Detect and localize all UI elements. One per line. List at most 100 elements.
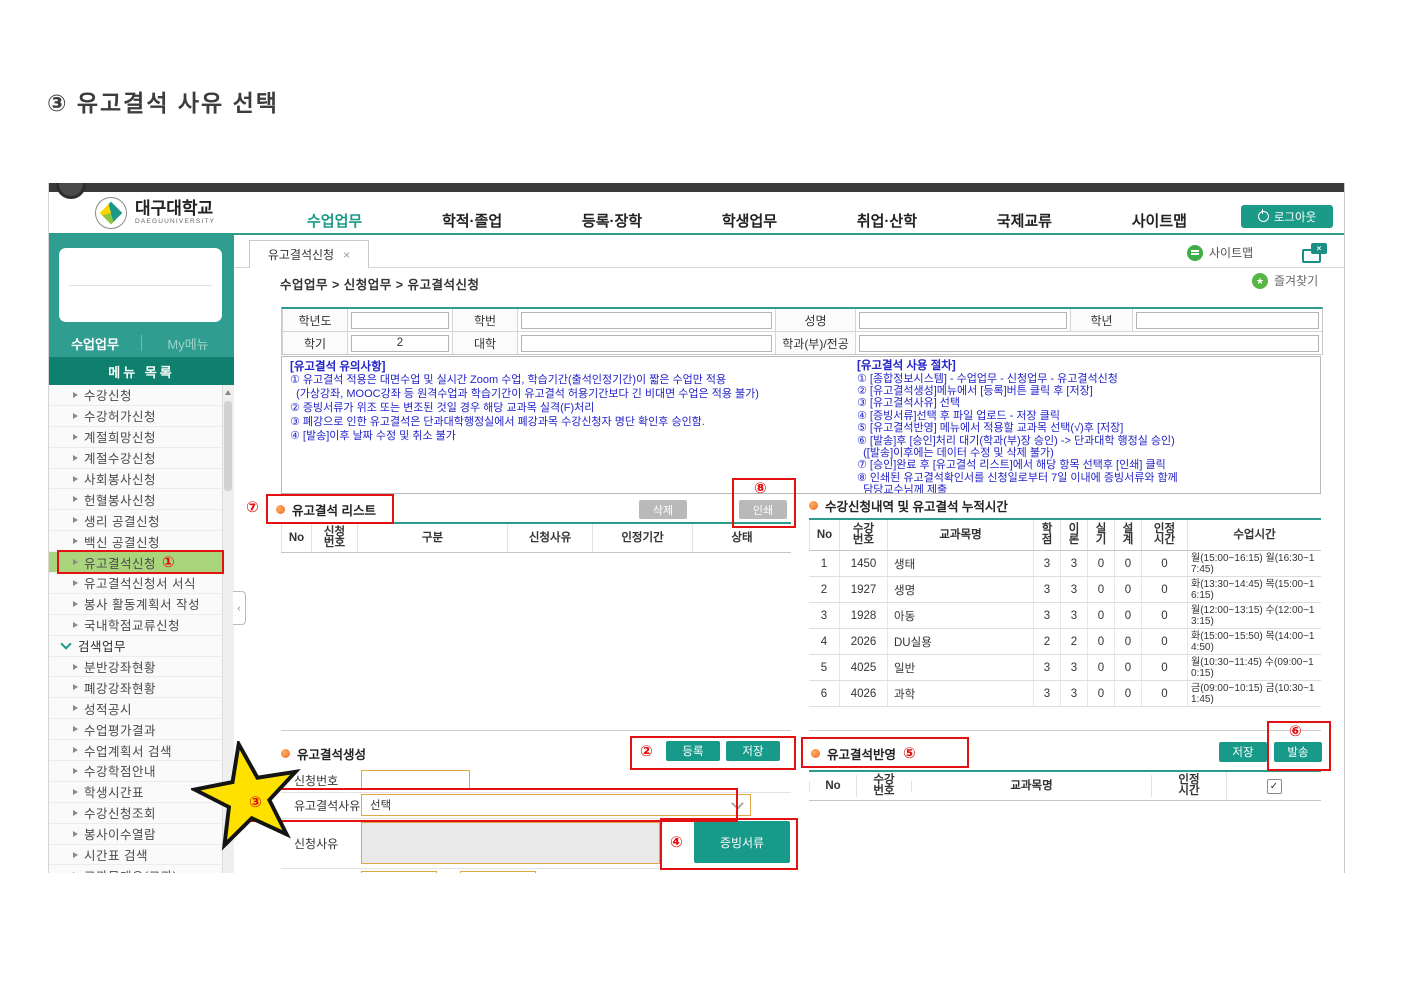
sidebar-menu-item[interactable]: 수업계획서 검색 [49,740,222,762]
select-chevron-icon [731,797,744,810]
form-label: 학번 [452,309,517,331]
sidebar-menu-item[interactable]: 봉사이수열람 [49,823,222,845]
sidebar-menu-item[interactable]: 헌혈봉사신청 [49,489,222,511]
table-row: 4 2026 DU실용 2 2 0 0 0 화(15:00~15:50) 목(1… [809,629,1321,655]
triangle-right-icon [73,809,78,816]
sidebar-menu-item[interactable]: 사회봉사신청 [49,468,222,490]
scroll-up-arrow-icon[interactable] [225,390,231,395]
sidebar-scrollbar[interactable] [222,385,234,873]
university-emblem-icon [95,197,127,229]
absence-reason-select[interactable]: 선택 [361,794,751,816]
sidebar-menu-item[interactable]: 수강신청 [49,385,222,406]
sidebar-menu-item[interactable]: 수업평가결과 [49,719,222,741]
sidebar-menu-item[interactable]: 분반강좌현황 [49,656,222,678]
sidebar-menu-item[interactable]: 계절희망신청 [49,426,222,448]
notice-line: ⑤ [유고결석반영] 메뉴에서 적용할 교과목 선택(√)후 [저장] [857,422,1124,435]
sidebar-menu-item[interactable]: 검색업무 [49,635,222,657]
form-input[interactable] [859,334,1319,352]
form-input[interactable] [1136,311,1319,329]
notice-line: (가상강좌, MOOC강좌 등 원격수업과 학습기간이 유고결석 허용기간보다 … [290,387,759,400]
notice-line: 담당교수님께 제출 [857,484,948,494]
student-form-row1: 학년도 학번 성명 학년 [282,309,1322,332]
top-nav-item[interactable]: 취업·산학 [857,210,917,231]
absence-list-table: No 신청 번호 구분 신청사유 인정기간 상태 [281,522,791,553]
page-title: ③ 유고결석 사유 선택 [47,90,279,116]
top-nav-item[interactable]: 수업업무 [307,210,362,231]
form-input[interactable] [351,311,449,329]
apply-reason-textarea[interactable] [361,822,660,864]
sidebar-menu-item[interactable]: 유고결석신청서 서식 [49,573,222,594]
logout-button[interactable]: 로그아웃 [1241,205,1333,228]
power-icon [1257,209,1269,222]
divider [281,730,791,731]
form-input[interactable] [859,311,1067,329]
top-nav-item[interactable]: 사이트맵 [1132,210,1187,231]
triangle-right-icon [73,663,78,670]
sidebar-menu-item[interactable]: 생리 공결신청 [49,510,222,532]
favorite-star-icon: ★ [1252,272,1268,289]
sidebar-menu-item[interactable]: 수강학점안내 [49,761,222,782]
sidebar-menu-item[interactable]: 학생시간표 [49,781,222,803]
sidebar-menu-item[interactable]: 성적공시 [49,698,222,720]
tab-active[interactable]: 유고결석신청 × [249,240,369,268]
sidebar-menu-item[interactable]: 폐강강좌현황 [49,677,222,699]
bullet-icon [811,749,820,758]
sidebar-menu-item[interactable]: 시간표 검색 [49,844,222,866]
form-field-cell [517,309,775,331]
top-nav-item[interactable]: 학적·졸업 [442,210,502,231]
print-button[interactable]: 인쇄 [739,500,787,519]
column-header: 수강 번호 [856,774,911,797]
column-header: 인정기간 [592,524,692,552]
register-button[interactable]: 등록 [666,741,720,761]
form-input[interactable] [521,334,772,352]
absence-reason-label: 유고결석사유 [294,798,361,813]
bullet-icon [276,505,285,514]
annotation-badge-3: ③ [249,793,262,811]
sidebar-tab-mymenu[interactable]: My메뉴 [142,334,234,353]
form-input[interactable]: 2 [351,334,449,352]
top-nav-item[interactable]: 등록·장학 [582,210,642,231]
form-field-cell [1132,309,1322,331]
column-header: 신청 번호 [311,524,357,552]
sidebar-menu-item[interactable]: 봉사 활동계획서 작성 [49,593,222,615]
sidebar-menu-item[interactable]: 유고결석신청 ① [49,550,224,574]
favorite-link[interactable]: ★ 즐겨찾기 [1252,272,1318,289]
course-table-title: 수강신청내역 및 유고결석 누적시간 [809,496,1008,515]
evidence-file-button[interactable]: 증빙서류 [694,821,790,863]
form-label: 학기 [282,332,347,354]
sidebar-menu-item[interactable]: 백신 공결신청 [49,531,222,553]
window-top-bar [49,183,1344,192]
sidebar-menu-item[interactable]: 국내학점교류신청 [49,614,222,636]
scrollbar-thumb[interactable] [224,401,232,491]
top-nav-item[interactable]: 국제교류 [997,210,1052,231]
form-input[interactable] [521,311,772,329]
sidebar-menu-item[interactable]: 수강허가신청 [49,405,222,427]
sitemap-link[interactable]: 사이트맵 [1187,244,1253,261]
notice-cautions: [유고결석 유의사항] ① 유고결석 적용은 대면수업 및 실시간 Zoom 수… [290,360,845,444]
sidebar-menu-item[interactable]: 교과목개요(교과) [49,865,222,873]
student-form-row2: 학기 2 대학 학과(부)/전공 [282,332,1322,354]
sidebar-menu-item[interactable]: 수강신청조회 [49,802,222,824]
close-windows-icon[interactable]: × [1302,243,1328,263]
save-button-create[interactable]: 저장 [726,741,780,761]
period-start-input[interactable]: ▦ [361,871,437,873]
send-button[interactable]: 발송 [1274,742,1322,762]
sidebar-tab-work[interactable]: 수업업무 [49,334,141,353]
tab-close-icon[interactable]: × [343,248,350,262]
sidebar-collapse-handle[interactable]: ‹ [233,591,246,625]
apply-no-input[interactable] [361,770,470,790]
chevron-down-icon [60,638,72,650]
annotation-badge-5: ⑤ [903,744,916,762]
course-table: No 수강 번호 교과목명 학 점이 론실 기설 계 인정 시간 수업시간 1 1450 … [809,518,1321,707]
top-nav-item[interactable]: 학생업무 [722,210,777,231]
logo-title: 대구대학교 [135,199,214,219]
column-header: 교과목명 [887,520,1033,550]
check-all-checkbox[interactable]: ✓ [1266,778,1282,794]
delete-button[interactable]: 삭제 [639,500,687,519]
save-button-apply[interactable]: 저장 [1219,742,1267,762]
university-logo: 대구대학교 DAEGUUNIVERSITY [95,197,215,229]
period-end-input[interactable]: ▦ [460,871,537,873]
sidebar-menu-item[interactable]: 계절수강신청 [49,447,222,469]
period-label: 인정기간 [294,872,361,874]
apply-no-label: 신청번호 [294,773,339,788]
